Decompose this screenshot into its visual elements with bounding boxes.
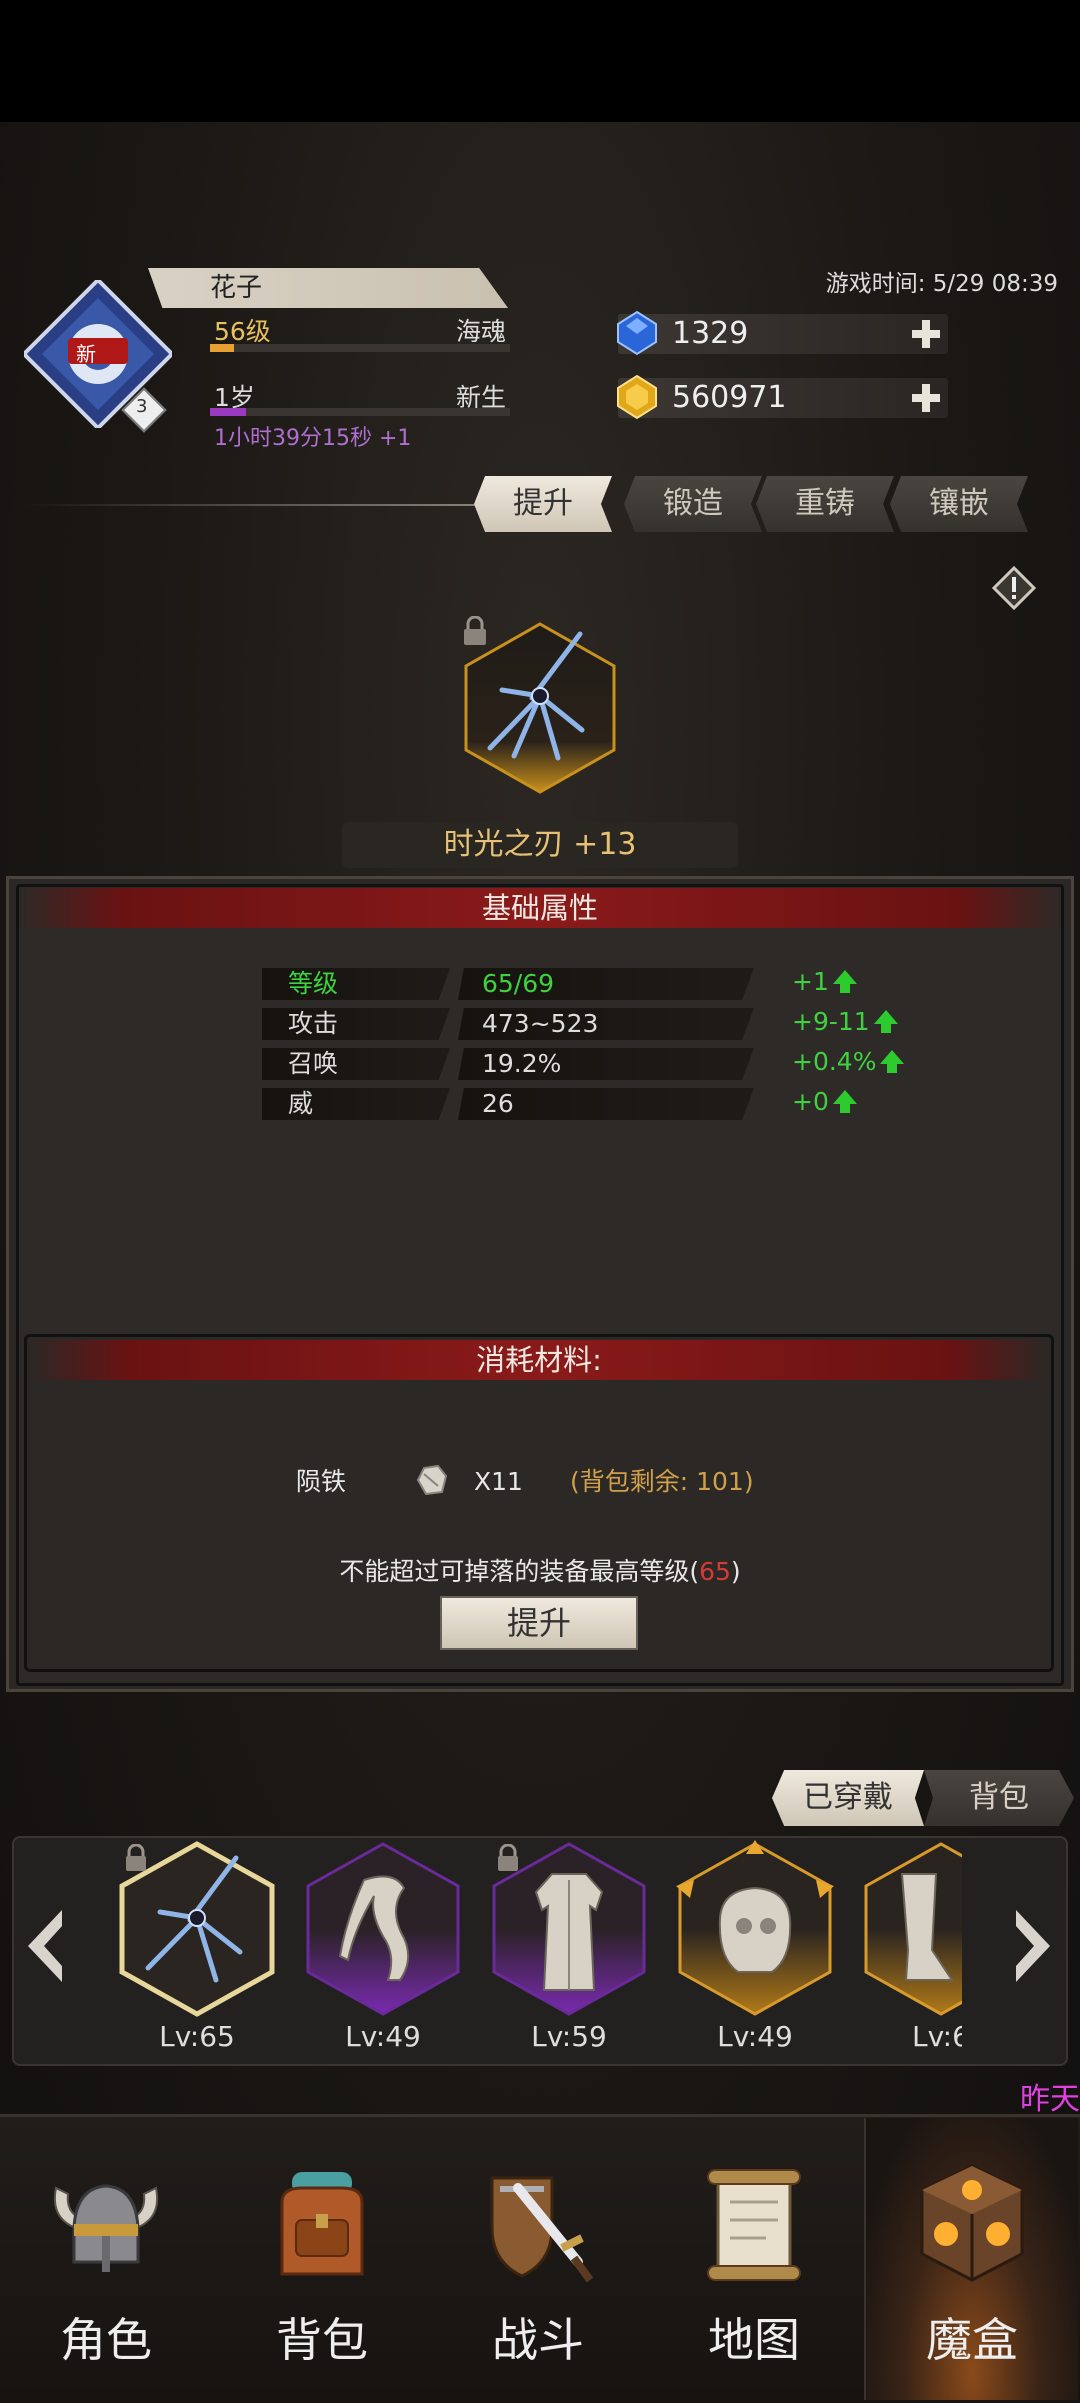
- add-gems-button[interactable]: [910, 318, 942, 350]
- equipment-level: Lv:6: [912, 2020, 962, 2053]
- materials-header: 消耗材料:: [28, 1340, 1050, 1380]
- lock-icon: [462, 615, 488, 646]
- stat-key: 等级: [262, 968, 450, 1000]
- age-row: 1岁 新生: [210, 378, 510, 412]
- stat-gain-level: +1: [792, 966, 857, 998]
- nav-label: 地图: [708, 2313, 800, 2367]
- gem-icon: [614, 310, 660, 356]
- gem-counter: 1329: [617, 310, 948, 356]
- equipment-slot-coat[interactable]: Lv:59: [484, 1836, 654, 2066]
- up-arrow-icon: [832, 970, 857, 993]
- material-name: 陨铁: [296, 1467, 347, 1496]
- level-row: 56级 海魂: [210, 312, 510, 346]
- tab-inlay[interactable]: 镶嵌: [890, 476, 1028, 532]
- stat-key: 威: [262, 1088, 450, 1120]
- stat-gain-summon: +0.4%: [792, 1046, 905, 1078]
- tab-equipped[interactable]: 已穿戴: [772, 1770, 924, 1826]
- nav-battle[interactable]: 战斗: [432, 2118, 644, 2400]
- material-quantity: X11: [474, 1467, 523, 1496]
- up-arrow-icon: [873, 1010, 898, 1033]
- level-progress-bar: [210, 344, 510, 352]
- sword-shield-icon: [478, 2158, 598, 2288]
- nav-backpack[interactable]: 背包: [216, 2118, 428, 2400]
- selected-item-icon[interactable]: [462, 620, 618, 796]
- age-progress-bar: [210, 408, 510, 416]
- info-icon[interactable]: [991, 565, 1037, 611]
- nav-character[interactable]: 角色: [0, 2118, 212, 2400]
- carousel-right-arrow[interactable]: [1010, 1906, 1056, 1986]
- nav-map[interactable]: 地图: [648, 2118, 860, 2400]
- stat-row-attack: 攻击 473~523: [262, 1008, 754, 1040]
- lock-icon: [496, 1843, 520, 1872]
- tab-promote[interactable]: 提升: [474, 476, 612, 532]
- avatar-count: 3: [136, 396, 148, 417]
- equipment-slot-scarf[interactable]: Lv:49: [298, 1836, 468, 2066]
- tab-recast[interactable]: 重铸: [756, 476, 894, 532]
- nav-label: 角色: [60, 2313, 152, 2367]
- stat-gain-attack: +9-11: [792, 1006, 898, 1038]
- equipment-slot-weapon[interactable]: Lv:65: [112, 1836, 282, 2066]
- nav-label: 战斗: [492, 2313, 584, 2367]
- promote-button[interactable]: 提升: [440, 1596, 638, 1650]
- stat-key: 召唤: [262, 1048, 450, 1080]
- material-remaining: (背包剩余: 101): [570, 1467, 754, 1496]
- stat-value: 65/69: [458, 968, 754, 1000]
- tab-backpack[interactable]: 背包: [924, 1770, 1074, 1826]
- status-bar: [0, 0, 1080, 122]
- player-level: 56级: [214, 317, 271, 346]
- equipment-slot-boots[interactable]: Lv:6: [856, 1836, 962, 2066]
- stat-gain-might: +0: [792, 1086, 857, 1118]
- nav-magic-box[interactable]: 魔盒: [864, 2118, 1078, 2400]
- age-timer: 1小时39分15秒 +1: [214, 426, 412, 451]
- gem-amount: 1329: [672, 316, 749, 351]
- meteorite-icon: [410, 1460, 450, 1500]
- up-arrow-icon: [880, 1050, 905, 1073]
- game-time: 游戏时间: 5/29 08:39: [825, 271, 1058, 297]
- stat-value: 473~523: [458, 1008, 754, 1040]
- lock-icon: [124, 1843, 148, 1872]
- nav-label: 背包: [276, 2313, 368, 2367]
- gold-amount: 560971: [672, 380, 787, 415]
- yesterday-label: 昨天: [1020, 2082, 1080, 2117]
- equipment-level: Lv:49: [717, 2020, 793, 2053]
- new-badge: 新: [76, 342, 96, 366]
- item-name: 时光之刃 +13: [342, 822, 738, 868]
- equipment-level: Lv:49: [345, 2020, 421, 2053]
- stat-value: 19.2%: [458, 1048, 754, 1080]
- scroll-map-icon: [694, 2158, 814, 2288]
- stat-key: 攻击: [262, 1008, 450, 1040]
- carousel-left-arrow[interactable]: [22, 1906, 68, 1986]
- stat-row-level: 等级 65/69: [262, 968, 754, 1000]
- tabs-divider: [24, 504, 484, 506]
- level-cap-note: 不能超过可掉落的装备最高等级(65): [339, 1557, 741, 1586]
- viking-helmet-icon: [46, 2158, 166, 2288]
- up-arrow-icon: [832, 1090, 857, 1113]
- magic-box-icon: [912, 2158, 1032, 2288]
- stat-row-might: 威 26: [262, 1088, 754, 1120]
- equipment-slots: Lv:65 Lv:49 Lv:59 Lv:49 Lv:6: [74, 1836, 962, 2066]
- gold-counter: 560971: [617, 374, 948, 420]
- nav-label: 魔盒: [926, 2313, 1018, 2367]
- stat-value: 26: [458, 1088, 754, 1120]
- tab-forge[interactable]: 锻造: [624, 476, 762, 532]
- equipment-level: Lv:65: [159, 2020, 235, 2053]
- add-gold-button[interactable]: [910, 382, 942, 414]
- backpack-icon: [262, 2158, 382, 2288]
- player-name: 花子: [148, 268, 508, 308]
- equipment-slot-gauntlet[interactable]: Lv:49: [670, 1836, 840, 2066]
- gold-icon: [614, 374, 660, 420]
- stat-row-summon: 召唤 19.2%: [262, 1048, 754, 1080]
- equipment-level: Lv:59: [531, 2020, 607, 2053]
- player-title: 海魂: [455, 317, 506, 346]
- base-attributes-header: 基础属性: [18, 888, 1062, 928]
